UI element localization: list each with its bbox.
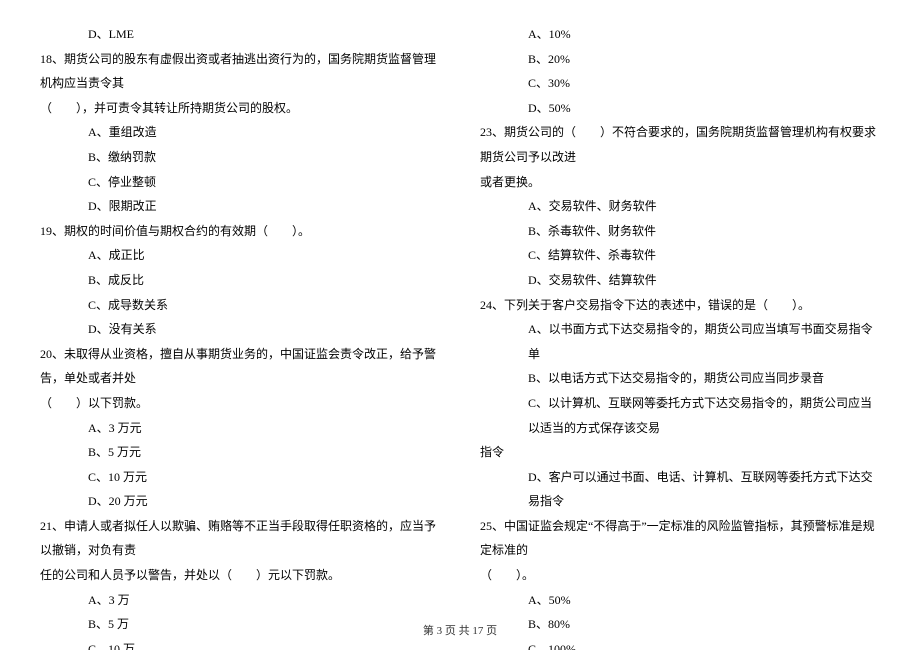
q19-option-b: B、成反比 <box>40 268 440 293</box>
q19-option-d: D、没有关系 <box>40 317 440 342</box>
q20-option-a: A、3 万元 <box>40 416 440 441</box>
q18-stem-line2: （ ），并可责令其转让所持期货公司的股权。 <box>40 96 440 121</box>
q23-option-d: D、交易软件、结算软件 <box>480 268 880 293</box>
q22-option-b: B、20% <box>480 47 880 72</box>
q24-option-c-line2: 指令 <box>480 440 880 465</box>
q23-option-a: A、交易软件、财务软件 <box>480 194 880 219</box>
q22-option-c: C、30% <box>480 71 880 96</box>
q24-option-c-line1: C、以计算机、互联网等委托方式下达交易指令的，期货公司应当以适当的方式保存该交易 <box>480 391 880 440</box>
q18-option-d: D、限期改正 <box>40 194 440 219</box>
left-column: D、LME 18、期货公司的股东有虚假出资或者抽逃出资行为的，国务院期货监督管理… <box>40 22 440 610</box>
q19-option-c: C、成导数关系 <box>40 293 440 318</box>
q23-option-b: B、杀毒软件、财务软件 <box>480 219 880 244</box>
q24-stem: 24、下列关于客户交易指令下达的表述中，错误的是（ ）。 <box>480 293 880 318</box>
q25-stem-line2: （ ）。 <box>480 563 880 588</box>
q21-stem-line1: 21、申请人或者拟任人以欺骗、贿赂等不正当手段取得任职资格的，应当予以撤销，对负… <box>40 514 440 563</box>
q25-option-a: A、50% <box>480 588 880 613</box>
page-body: D、LME 18、期货公司的股东有虚假出资或者抽逃出资行为的，国务院期货监督管理… <box>0 0 920 610</box>
q19-stem: 19、期权的时间价值与期权合约的有效期（ ）。 <box>40 219 440 244</box>
q23-option-c: C、结算软件、杀毒软件 <box>480 243 880 268</box>
q25-option-c: C、100% <box>480 637 880 650</box>
q18-option-c: C、停业整顿 <box>40 170 440 195</box>
q19-option-a: A、成正比 <box>40 243 440 268</box>
q21-option-c: C、10 万 <box>40 637 440 650</box>
q20-option-c: C、10 万元 <box>40 465 440 490</box>
page-footer: 第 3 页 共 17 页 <box>0 622 920 638</box>
q23-stem-line1: 23、期货公司的（ ）不符合要求的，国务院期货监督管理机构有权要求期货公司予以改… <box>480 120 880 169</box>
q24-option-d: D、客户可以通过书面、电话、计算机、互联网等委托方式下达交易指令 <box>480 465 880 514</box>
q18-stem-line1: 18、期货公司的股东有虚假出资或者抽逃出资行为的，国务院期货监督管理机构应当责令… <box>40 47 440 96</box>
q20-option-d: D、20 万元 <box>40 489 440 514</box>
right-column: A、10% B、20% C、30% D、50% 23、期货公司的（ ）不符合要求… <box>480 22 880 610</box>
q22-option-d: D、50% <box>480 96 880 121</box>
q17-option-d: D、LME <box>40 22 440 47</box>
q18-option-b: B、缴纳罚款 <box>40 145 440 170</box>
q21-option-a: A、3 万 <box>40 588 440 613</box>
q24-option-b: B、以电话方式下达交易指令的，期货公司应当同步录音 <box>480 366 880 391</box>
q18-option-a: A、重组改造 <box>40 120 440 145</box>
q20-option-b: B、5 万元 <box>40 440 440 465</box>
q24-option-a: A、以书面方式下达交易指令的，期货公司应当填写书面交易指令单 <box>480 317 880 366</box>
q23-stem-line2: 或者更换。 <box>480 170 880 195</box>
q22-option-a: A、10% <box>480 22 880 47</box>
q20-stem-line1: 20、未取得从业资格，擅自从事期货业务的，中国证监会责令改正，给予警告，单处或者… <box>40 342 440 391</box>
q25-stem-line1: 25、中国证监会规定“不得高于”一定标准的风险监管指标，其预警标准是规定标准的 <box>480 514 880 563</box>
q20-stem-line2: （ ）以下罚款。 <box>40 391 440 416</box>
q21-stem-line2: 任的公司和人员予以警告，并处以（ ）元以下罚款。 <box>40 563 440 588</box>
